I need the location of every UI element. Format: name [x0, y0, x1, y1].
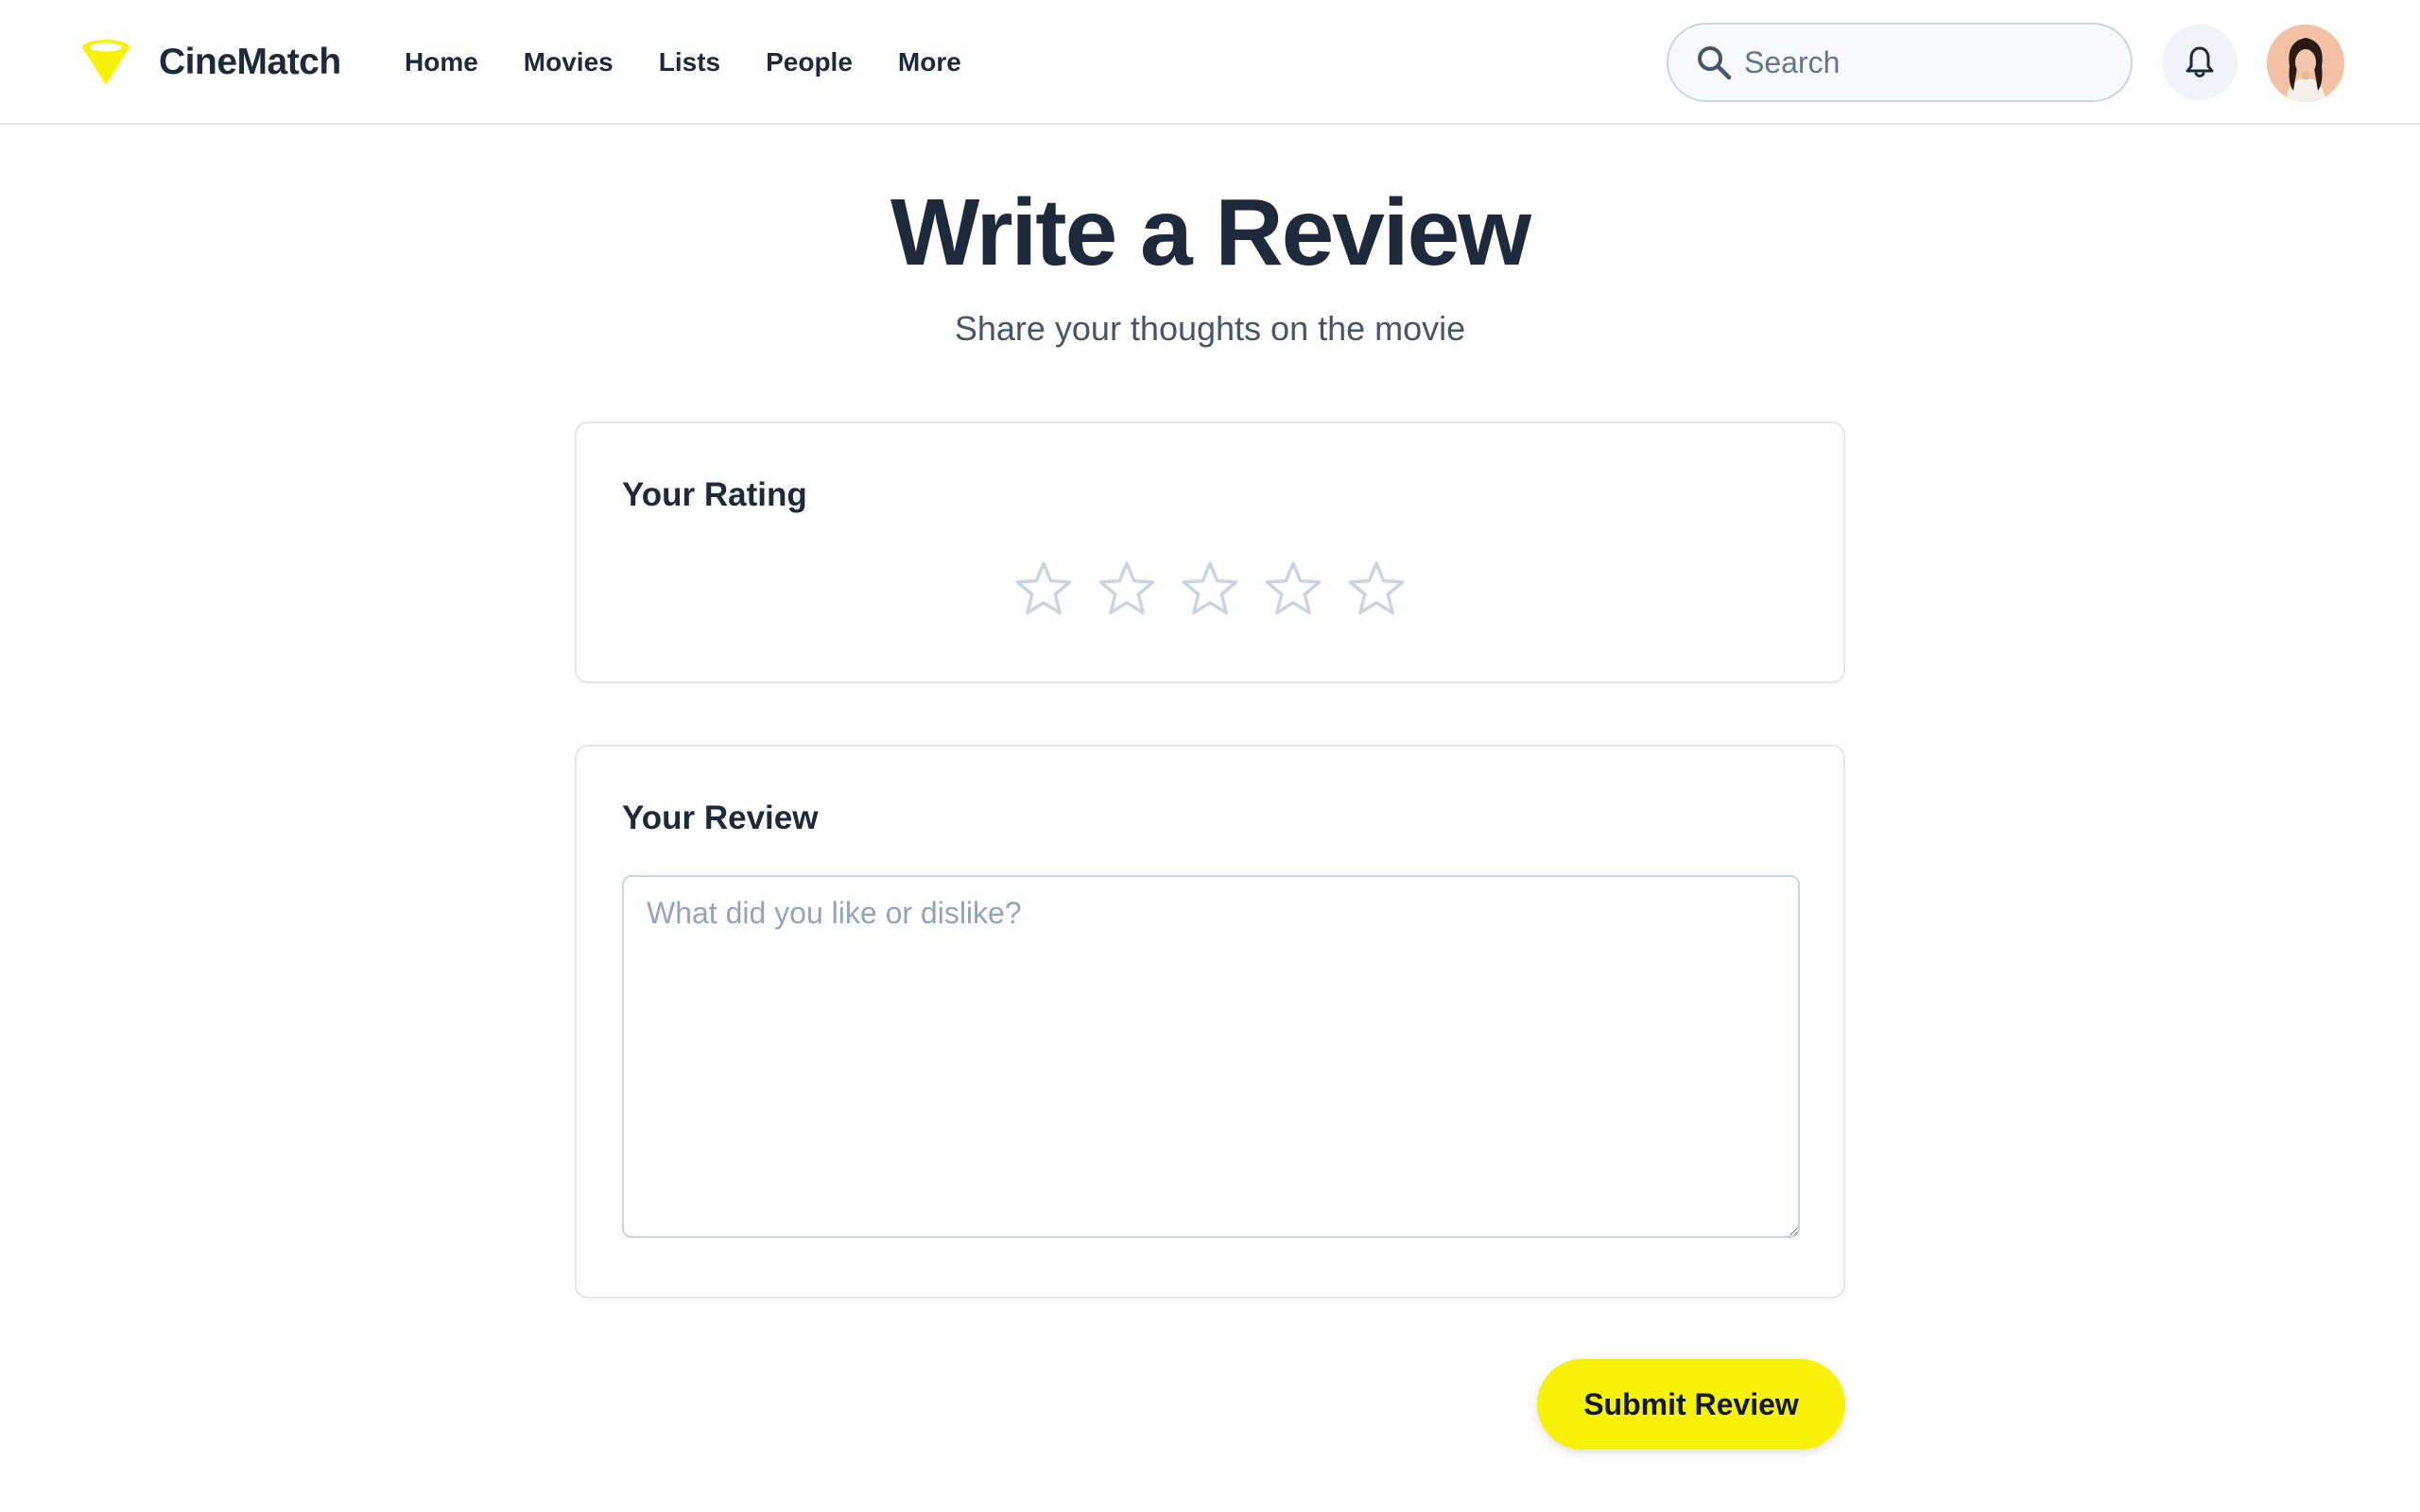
review-textarea[interactable] [622, 875, 1800, 1238]
nav-item-home[interactable]: Home [405, 43, 478, 81]
brand-name[interactable]: CineMatch [159, 38, 341, 87]
search-icon [1698, 46, 1732, 80]
bell-icon [2186, 46, 2214, 77]
rating-card-title: Your Rating [622, 476, 807, 513]
rating-card: Your Rating [575, 421, 1845, 683]
page-subtitle: Share your thoughts on the movie [954, 309, 1466, 348]
star-4-icon[interactable] [1263, 559, 1323, 620]
review-card: Your Review [575, 745, 1845, 1298]
nav-item-lists[interactable]: Lists [659, 43, 720, 81]
search-box[interactable] [1667, 23, 2133, 102]
nav-item-more[interactable]: More [898, 43, 961, 81]
top-navigation-bar: CineMatch Home Movies Lists People More [0, 0, 2420, 125]
star-1-icon[interactable] [1013, 559, 1074, 620]
avatar-image [2267, 25, 2344, 102]
submit-review-button[interactable]: Submit Review [1537, 1359, 1845, 1450]
search-input[interactable] [1744, 38, 2113, 87]
star-5-icon[interactable] [1346, 559, 1407, 620]
notifications-button[interactable] [2162, 25, 2238, 100]
star-2-icon[interactable] [1097, 559, 1157, 620]
logo-icon[interactable] [79, 36, 132, 89]
main-nav: Home Movies Lists People More [405, 43, 961, 81]
star-3-icon[interactable] [1180, 559, 1240, 620]
page-title: Write a Review [890, 180, 1531, 285]
review-card-title: Your Review [622, 799, 819, 836]
star-rating-input [577, 559, 1843, 620]
nav-item-movies[interactable]: Movies [524, 43, 614, 81]
avatar[interactable] [2267, 25, 2344, 102]
nav-item-people[interactable]: People [766, 43, 853, 81]
